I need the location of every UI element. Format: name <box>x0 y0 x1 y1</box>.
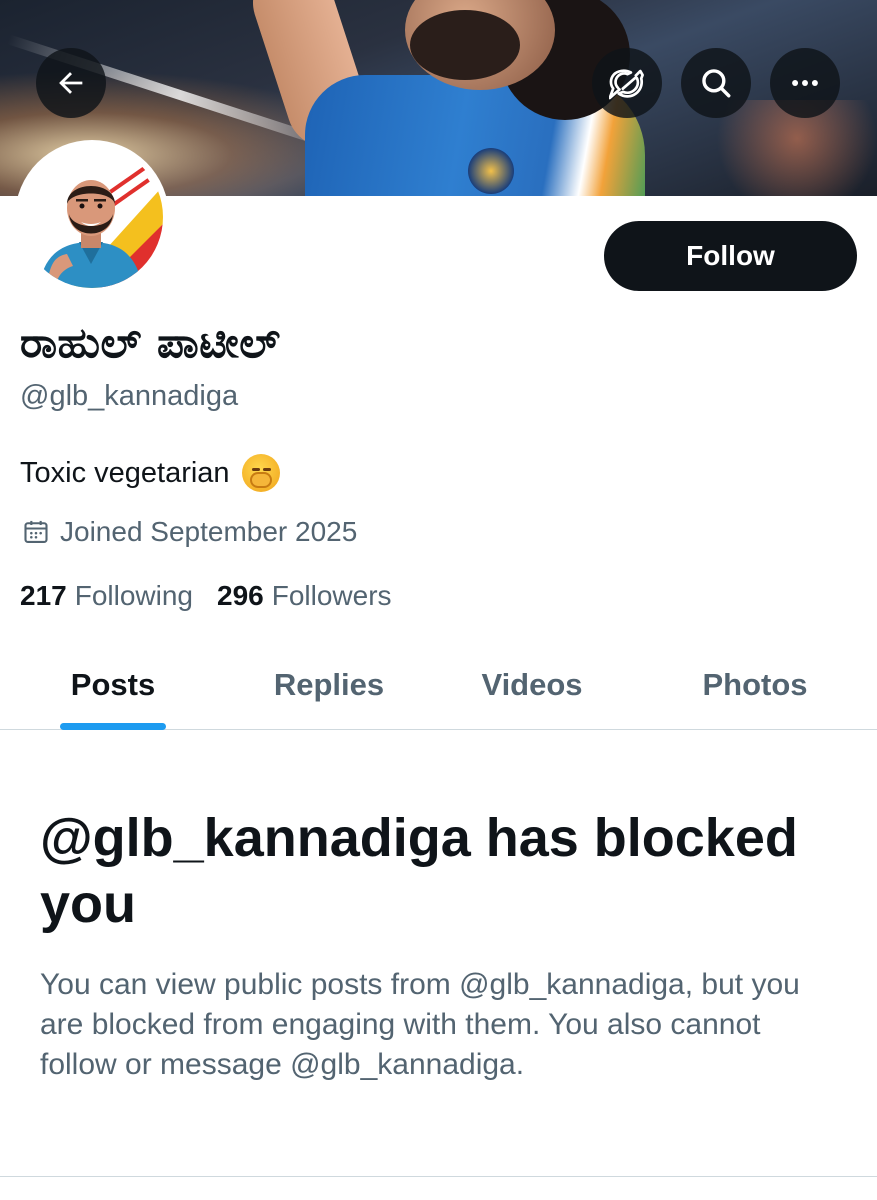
blocked-title: @glb_kannadiga has blocked you <box>40 808 798 934</box>
emoji-right-eye <box>262 468 271 471</box>
followers-label: Followers <box>271 580 392 611</box>
more-button[interactable] <box>770 48 840 118</box>
yawning-face-emoji-icon <box>241 454 280 492</box>
following-link[interactable]: 217 Following <box>20 580 193 612</box>
active-tab-indicator <box>60 723 166 730</box>
following-count: 217 <box>20 580 67 611</box>
emoji-left-eye <box>251 468 260 471</box>
search-icon <box>702 69 731 98</box>
blocked-description: You can view public posts from @glb_kann… <box>40 968 800 1081</box>
banner-beard <box>410 10 520 80</box>
more-horizontal-icon <box>792 80 818 86</box>
tab-replies[interactable]: Replies <box>226 640 432 730</box>
username-handle: @glb_kannadiga <box>20 380 239 412</box>
profile-avatar[interactable] <box>15 140 169 294</box>
calendar-icon <box>24 520 48 543</box>
followers-count: 296 <box>217 580 264 611</box>
tab-posts[interactable]: Posts <box>20 640 206 730</box>
display-name: ರಾಹುಲ್ ಪಾಟೀಲ್ <box>20 318 281 367</box>
joined-date: Joined September 2025 <box>22 516 357 548</box>
banner-jersey-badge <box>468 148 514 194</box>
tab-photos[interactable]: Photos <box>650 640 860 730</box>
follow-button[interactable]: Follow <box>604 221 857 291</box>
grok-button[interactable] <box>592 48 662 118</box>
profile-tabs: Posts Replies Videos Photos <box>0 640 877 730</box>
search-button[interactable] <box>681 48 751 118</box>
joined-text: Joined September 2025 <box>60 516 358 547</box>
avatar-image <box>21 146 163 288</box>
bio-text: Toxic vegetarian <box>20 456 230 489</box>
arrow-left-icon <box>59 72 83 94</box>
followers-link[interactable]: 296 Followers <box>217 580 392 612</box>
emoji-hand <box>249 472 272 488</box>
following-label: Following <box>74 580 193 611</box>
divider <box>0 1176 877 1177</box>
profile-bio: Toxic vegetarian <box>20 454 280 492</box>
avatar-illustration <box>21 146 163 288</box>
follow-stats: 217 Following 296 Followers <box>20 580 416 612</box>
grok-icon <box>609 69 644 100</box>
back-button[interactable] <box>36 48 106 118</box>
tab-videos[interactable]: Videos <box>432 640 632 730</box>
